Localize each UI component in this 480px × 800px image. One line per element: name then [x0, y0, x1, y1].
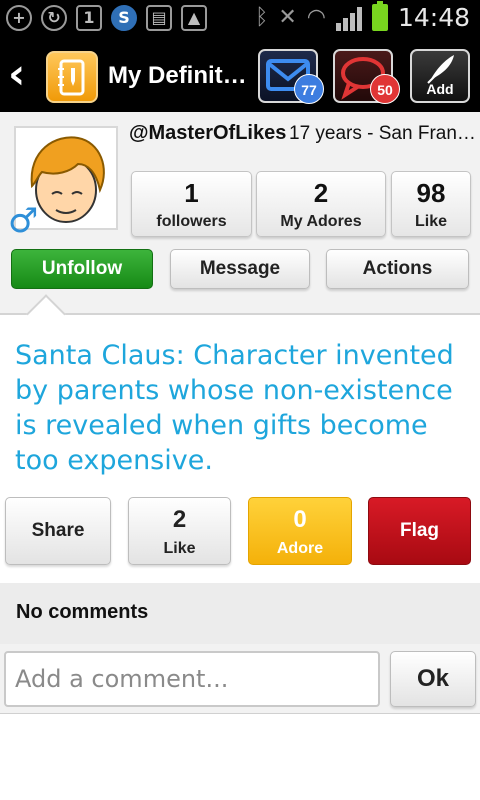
likes-stat[interactable]: 98 Like: [391, 171, 471, 237]
message-button[interactable]: Message: [170, 249, 310, 289]
notification-icons: + ↻ 1 S ▤ ▲: [6, 5, 207, 31]
my-adores-label: My Adores: [280, 213, 362, 230]
followers-label: followers: [156, 213, 227, 230]
status-bar: + ↻ 1 S ▤ ▲ ᛒ ✕ ◠ 14:48: [0, 0, 480, 38]
user-age-location: 17 years - San Francisco: [289, 123, 479, 144]
followers-stat[interactable]: 1 followers: [131, 171, 252, 237]
bluetooth-icon: ᛒ: [255, 5, 269, 30]
skype-icon: S: [111, 5, 137, 31]
actions-button[interactable]: Actions: [326, 249, 469, 289]
status-icons: ᛒ ✕ ◠ 14:48: [255, 1, 470, 32]
adore-button[interactable]: 0 Adore: [248, 497, 352, 565]
clock: 14:48: [397, 3, 470, 32]
mute-icon: ✕: [278, 5, 297, 30]
notebook-icon: [58, 59, 85, 96]
back-chevron-icon[interactable]: ‹: [8, 53, 25, 95]
sync-icon: ↻: [41, 5, 67, 31]
add-label: Add: [426, 81, 454, 97]
likes-count: 98: [416, 178, 446, 208]
action-bar: ‹ My Definitions Add: [0, 38, 480, 112]
signal-icon: [335, 5, 362, 31]
no-comments-label: No comments: [16, 601, 149, 623]
like-button[interactable]: 2 Like: [128, 497, 231, 565]
sd-card-icon: ▤: [146, 5, 172, 31]
definition-text: Santa Claus: Character invented by paren…: [15, 340, 454, 476]
comment-composer: Ok: [0, 644, 480, 714]
wifi-icon: ◠: [306, 5, 326, 30]
battery-icon: [371, 1, 388, 31]
messages-count-badge: 77: [294, 74, 324, 104]
page-title: My Definitions: [108, 62, 248, 89]
username[interactable]: @MasterOfLikes: [129, 122, 286, 145]
followers-count: 1: [184, 178, 199, 208]
add-definition-button[interactable]: Add: [410, 49, 470, 103]
calendar-day: 1: [83, 8, 95, 27]
chat-count-badge: 50: [370, 74, 400, 104]
comment-input[interactable]: [4, 651, 380, 707]
my-adores-stat[interactable]: 2 My Adores: [256, 171, 386, 237]
comments-section: No comments: [0, 583, 480, 644]
submit-comment-button[interactable]: Ok: [390, 651, 476, 707]
app-logo[interactable]: [46, 51, 98, 103]
share-button[interactable]: Share: [5, 497, 111, 565]
adore-count: 0: [293, 506, 307, 533]
adore-label: Adore: [276, 540, 324, 557]
profile-header: ♂ @MasterOfLikes 17 years - San Francisc…: [0, 112, 480, 315]
likes-label: Like: [414, 213, 447, 230]
like-label: Like: [163, 540, 196, 557]
quill-icon: [427, 55, 454, 84]
my-adores-count: 2: [313, 178, 329, 208]
add-icon: +: [6, 5, 32, 31]
like-count: 2: [172, 506, 187, 533]
unfollow-button[interactable]: Unfollow: [11, 249, 153, 289]
gallery-icon: ▲: [181, 5, 207, 31]
calendar-icon: 1: [76, 5, 102, 31]
male-gender-icon: ♂: [8, 201, 39, 241]
flag-button[interactable]: Flag: [368, 497, 471, 565]
